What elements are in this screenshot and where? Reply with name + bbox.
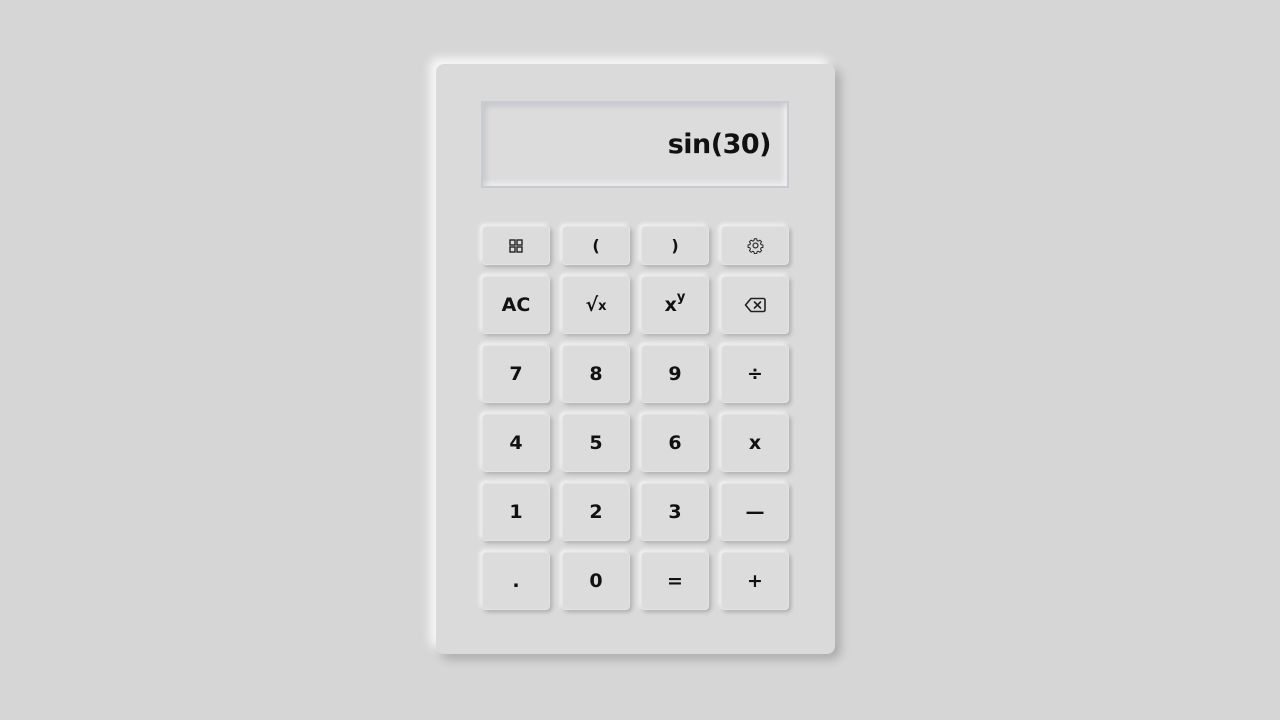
display — [481, 101, 789, 188]
decimal-button[interactable]: . — [482, 552, 550, 610]
divide-button[interactable]: ÷ — [721, 345, 789, 403]
digit-1-button[interactable]: 1 — [482, 483, 550, 541]
digit-9-button[interactable]: 9 — [641, 345, 709, 403]
multiply-button[interactable]: x — [721, 414, 789, 472]
gear-icon — [747, 238, 763, 254]
grid-icon — [509, 238, 523, 253]
all-clear-button[interactable]: AC — [482, 276, 550, 334]
close-paren-button[interactable]: ) — [641, 226, 709, 265]
digit-5-button[interactable]: 5 — [562, 414, 630, 472]
digit-6-button[interactable]: 6 — [641, 414, 709, 472]
settings-button[interactable] — [721, 226, 789, 265]
digit-2-button[interactable]: 2 — [562, 483, 630, 541]
backspace-button[interactable] — [721, 276, 789, 334]
expression-input[interactable] — [483, 128, 773, 161]
sqrt-radical-label: √ — [585, 294, 599, 316]
square-root-button[interactable]: √ x — [562, 276, 630, 334]
digit-3-button[interactable]: 3 — [641, 483, 709, 541]
add-button[interactable]: + — [721, 552, 789, 610]
digit-8-button[interactable]: 8 — [562, 345, 630, 403]
power-button[interactable]: xy — [641, 276, 709, 334]
equals-button[interactable]: = — [641, 552, 709, 610]
sqrt-var-label: x — [598, 298, 607, 314]
digit-0-button[interactable]: 0 — [562, 552, 630, 610]
subtract-button[interactable]: — — [721, 483, 789, 541]
power-base-label: x — [664, 294, 677, 316]
digit-7-button[interactable]: 7 — [482, 345, 550, 403]
open-paren-button[interactable]: ( — [562, 226, 630, 265]
calculator: ( ) AC √x xy 7 8 9 ÷ 4 5 6 x 1 2 3 — . 0… — [436, 64, 835, 654]
digit-4-button[interactable]: 4 — [482, 414, 550, 472]
power-exponent-label: y — [676, 289, 686, 305]
backspace-icon — [744, 297, 766, 313]
grid-menu-button[interactable] — [482, 226, 550, 265]
